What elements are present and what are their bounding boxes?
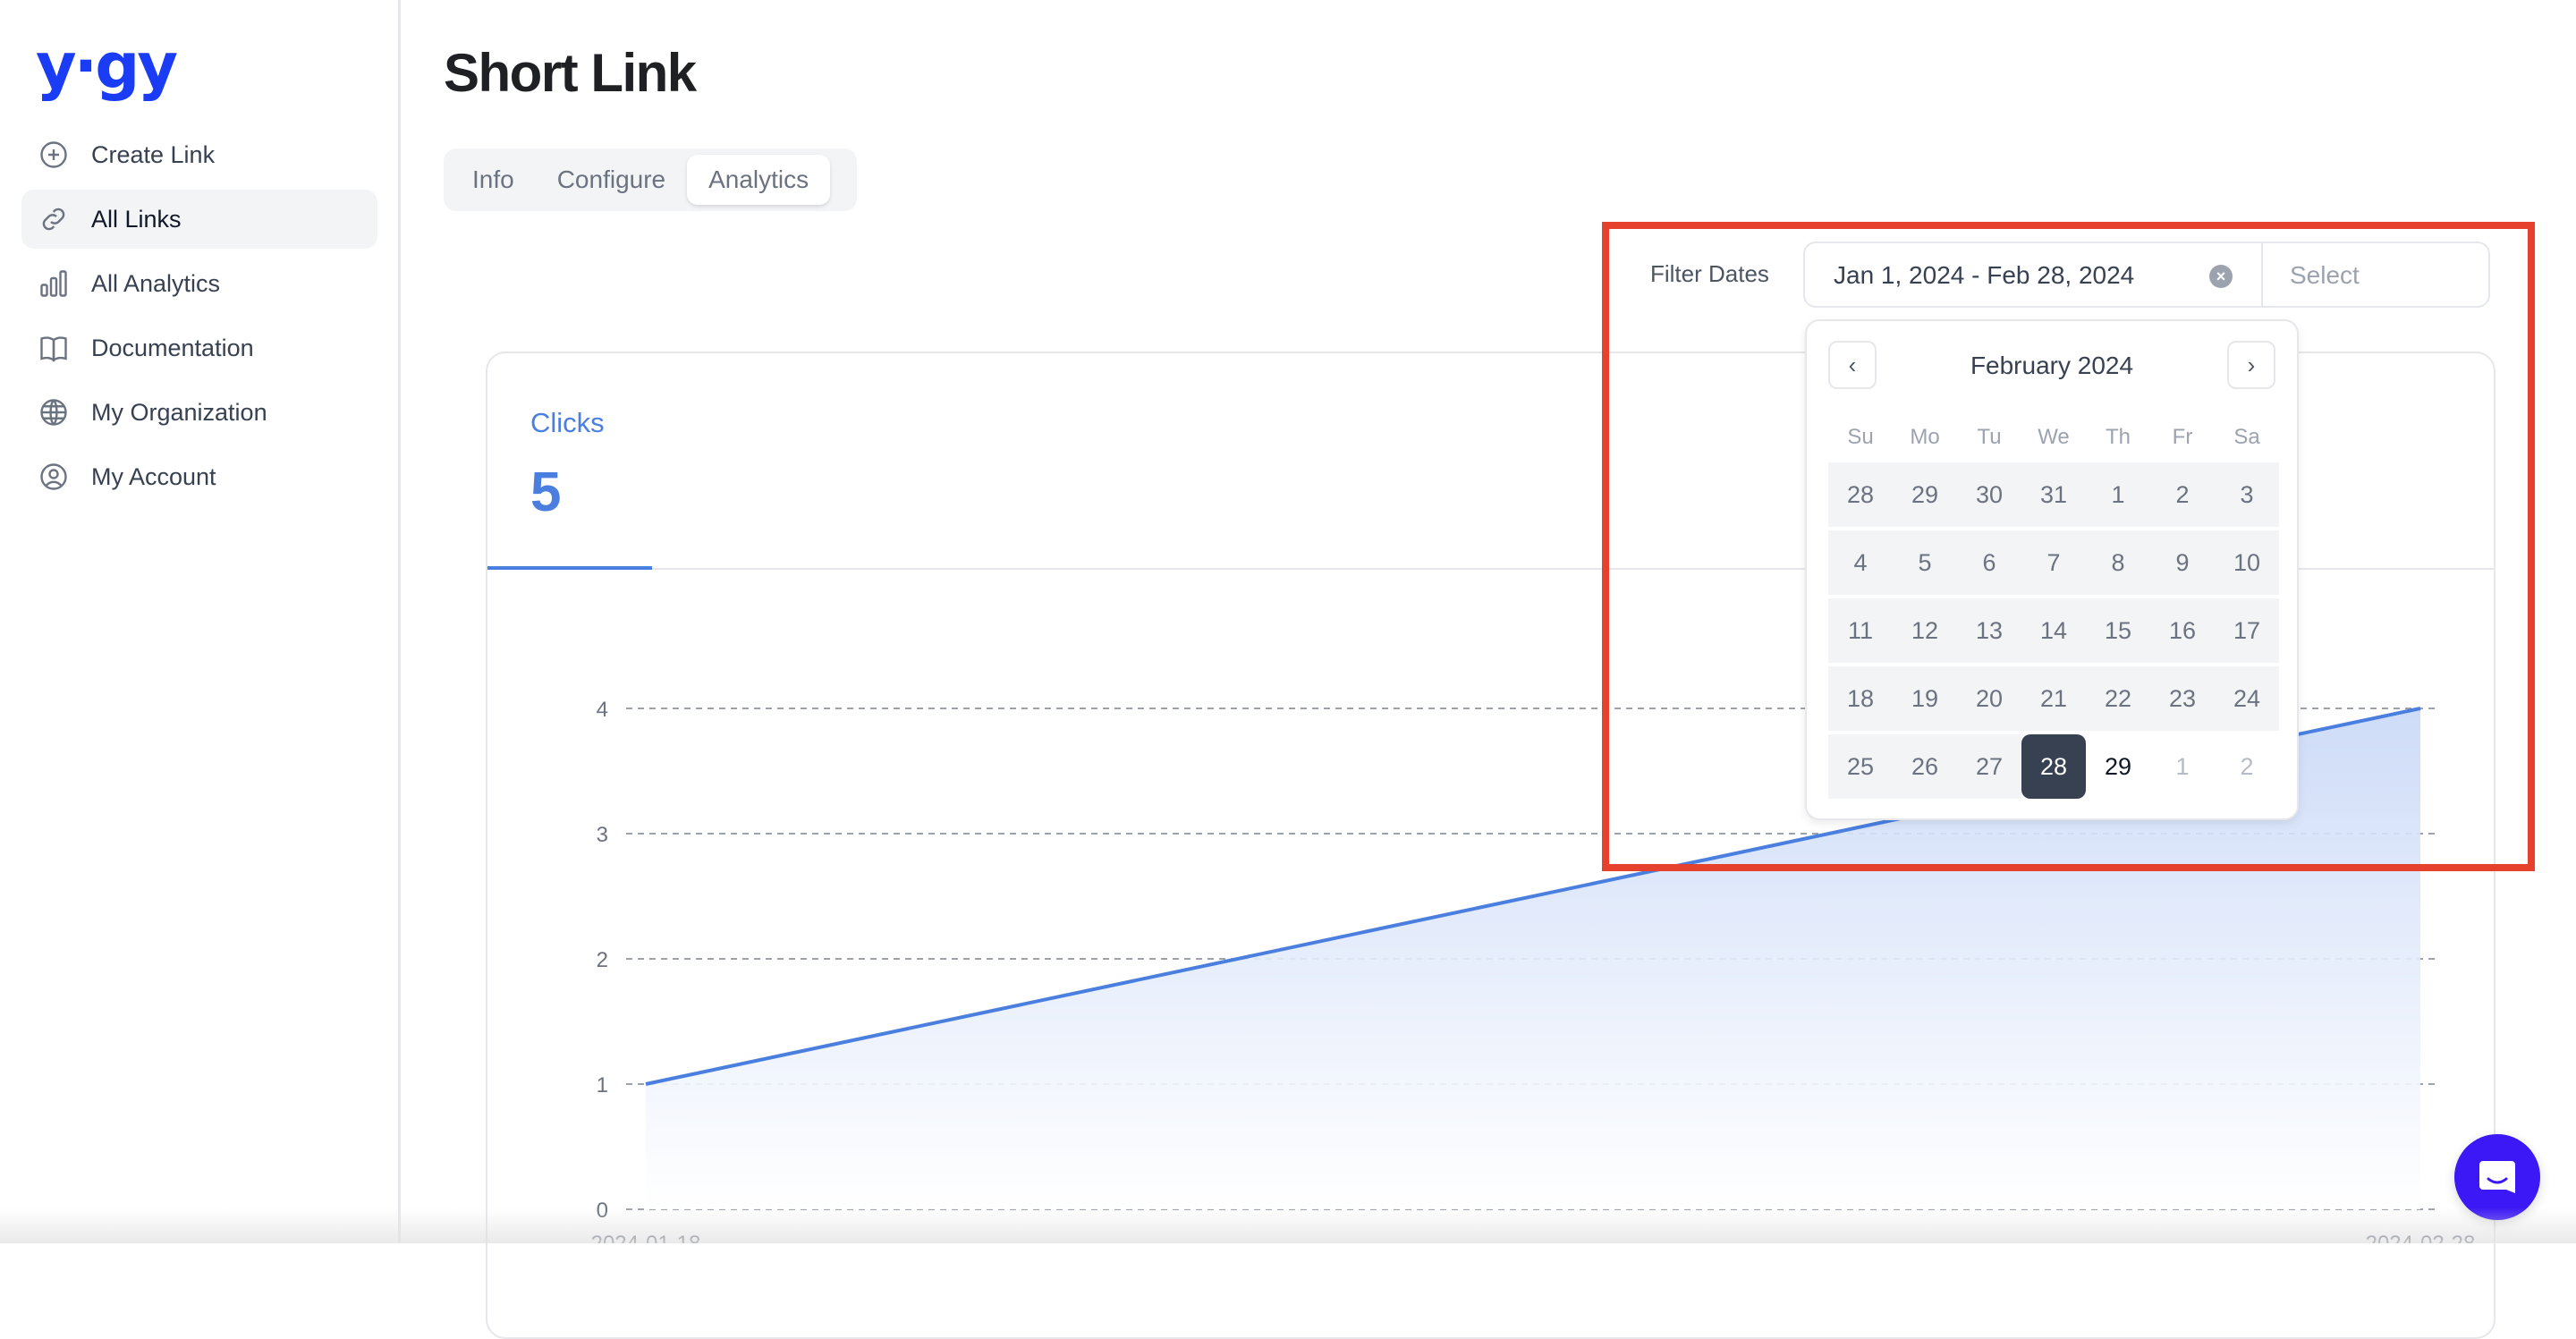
calendar-day[interactable]: 28 (1828, 462, 1893, 527)
sidebar-item-label: Documentation (91, 335, 254, 362)
calendar-day[interactable]: 13 (1957, 598, 2021, 663)
calendar-day[interactable]: 27 (1957, 734, 2021, 799)
calendar-day[interactable]: 2 (2215, 734, 2279, 799)
chevron-right-icon[interactable]: › (2227, 341, 2275, 389)
calendar-week-row: 45678910 (1828, 530, 2279, 595)
weekday-label: Su (1828, 425, 1893, 450)
calendar-day[interactable]: 22 (2086, 666, 2150, 731)
calendar-week-row: 252627282912 (1828, 734, 2279, 799)
metric-label[interactable]: Clicks (530, 407, 605, 439)
date-range-value[interactable]: Jan 1, 2024 - Feb 28, 2024 (1834, 261, 2134, 290)
calendar-day[interactable]: 24 (2215, 666, 2279, 731)
calendar-day[interactable]: 1 (2086, 462, 2150, 527)
sidebar-item-label: My Account (91, 463, 216, 491)
sidebar-item-documentation[interactable]: Documentation (21, 318, 377, 377)
calendar-day[interactable]: 30 (1957, 462, 2021, 527)
link-icon (38, 203, 70, 235)
tab-analytics[interactable]: Analytics (687, 155, 830, 205)
weekday-label: Tu (1957, 425, 2021, 450)
book-icon (38, 332, 70, 364)
tab-configure[interactable]: Configure (536, 155, 687, 205)
weekday-label: Fr (2150, 425, 2215, 450)
calendar-day[interactable]: 14 (2021, 598, 2086, 663)
sidebar-item-my-organization[interactable]: My Organization (21, 383, 377, 442)
weekday-label: Th (2086, 425, 2150, 450)
calendar-day[interactable]: 6 (1957, 530, 2021, 595)
sidebar-item-label: All Analytics (91, 270, 220, 298)
sidebar-item-all-links[interactable]: All Links (21, 190, 377, 249)
input-divider (2261, 243, 2263, 306)
calendar-week-row: 11121314151617 (1828, 598, 2279, 663)
chat-launcher-button[interactable] (2454, 1134, 2540, 1220)
calendar-day[interactable]: 5 (1893, 530, 1957, 595)
sidebar-item-label: Create Link (91, 141, 215, 169)
user-circle-icon (38, 461, 70, 493)
date-range-input[interactable]: Jan 1, 2024 - Feb 28, 2024 × Select (1803, 242, 2490, 308)
tab-info[interactable]: Info (451, 155, 536, 205)
calendar-day[interactable]: 29 (1893, 462, 1957, 527)
calendar-day[interactable]: 2 (2150, 462, 2215, 527)
sidebar-nav: Create Link All Links All Analytics Documen… (21, 125, 377, 512)
calendar-week-row: 18192021222324 (1828, 666, 2279, 731)
date-picker-popup: ‹ February 2024 › SuMoTuWeThFrSa 2829303… (1805, 319, 2299, 820)
calendar-day-selected[interactable]: 28 (2021, 734, 2086, 799)
calendar-day[interactable]: 16 (2150, 598, 2215, 663)
calendar-day[interactable]: 10 (2215, 530, 2279, 595)
sidebar-item-all-analytics[interactable]: All Analytics (21, 254, 377, 313)
bar-chart-icon (38, 267, 70, 300)
calendar-day[interactable]: 21 (2021, 666, 2086, 731)
calendar-day[interactable]: 4 (1828, 530, 1893, 595)
calendar-day[interactable]: 29 (2086, 734, 2150, 799)
calendar-day[interactable]: 12 (1893, 598, 1957, 663)
metric-active-indicator (487, 566, 652, 570)
sidebar-item-label: My Organization (91, 399, 267, 427)
chat-bubble-icon (2478, 1157, 2517, 1197)
calendar-grid: 2829303112345678910111213141516171819202… (1828, 462, 2279, 802)
page-title: Short Link (444, 39, 696, 107)
preset-select[interactable]: Select (2290, 261, 2360, 290)
globe-icon (38, 396, 70, 428)
calendar-day[interactable]: 15 (2086, 598, 2150, 663)
weekday-label: Sa (2215, 425, 2279, 450)
x-circle-icon[interactable]: × (2209, 265, 2233, 288)
calendar-day[interactable]: 8 (2086, 530, 2150, 595)
calendar-day[interactable]: 25 (1828, 734, 1893, 799)
calendar-day[interactable]: 1 (2150, 734, 2215, 799)
sidebar-item-label: All Links (91, 206, 182, 233)
logo[interactable]: y·gy (36, 30, 175, 102)
metric-value: 5 (530, 461, 561, 524)
calendar-day[interactable]: 17 (2215, 598, 2279, 663)
calendar-month-title: February 2024 (1807, 352, 2297, 380)
plus-circle-icon (38, 139, 70, 171)
calendar-day[interactable]: 11 (1828, 598, 1893, 663)
weekday-label: Mo (1893, 425, 1957, 450)
sidebar-item-my-account[interactable]: My Account (21, 447, 377, 506)
calendar-week-row: 28293031123 (1828, 462, 2279, 527)
calendar-weekdays: SuMoTuWeThFrSa (1828, 425, 2279, 450)
weekday-label: We (2021, 425, 2086, 450)
calendar-day[interactable]: 20 (1957, 666, 2021, 731)
calendar-day[interactable]: 19 (1893, 666, 1957, 731)
sidebar: y·gy Create Link All Links All Analytics Do… (0, 0, 401, 1243)
calendar-day[interactable]: 9 (2150, 530, 2215, 595)
calendar-day[interactable]: 18 (1828, 666, 1893, 731)
filter-dates-label: Filter Dates (1650, 260, 1769, 288)
calendar-day[interactable]: 31 (2021, 462, 2086, 527)
calendar-day[interactable]: 23 (2150, 666, 2215, 731)
calendar-day[interactable]: 26 (1893, 734, 1957, 799)
sidebar-item-create-link[interactable]: Create Link (21, 125, 377, 184)
calendar-day[interactable]: 7 (2021, 530, 2086, 595)
calendar-day[interactable]: 3 (2215, 462, 2279, 527)
tab-bar: InfoConfigureAnalytics (444, 148, 857, 211)
